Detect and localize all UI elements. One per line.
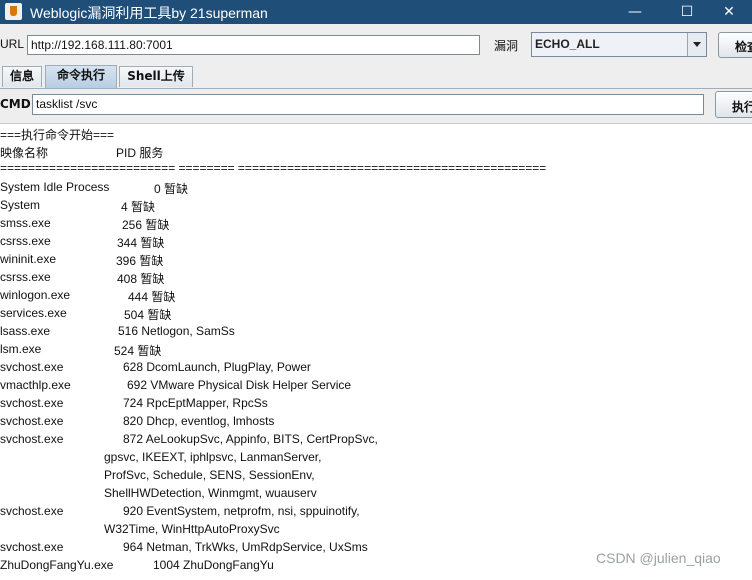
process-name: winlogon.exe <box>0 288 71 302</box>
output-row: csrss.exe 344 暂缺 <box>0 234 752 252</box>
output-row: System Idle Process 0 暂缺 <box>0 180 752 198</box>
process-name: vmacthlp.exe <box>0 378 71 392</box>
pid-services: gpsvc, IKEEXT, iphlpsvc, LanmanServer, <box>104 450 322 464</box>
process-name: svchost.exe <box>0 504 64 518</box>
process-name: services.exe <box>0 306 67 320</box>
url-input[interactable]: http://192.168.111.80:7001 <box>27 35 480 55</box>
execute-button[interactable]: 执行 <box>715 91 752 118</box>
tab-info[interactable]: 信息 <box>2 66 42 87</box>
pid-services: 256 暂缺 <box>122 218 170 232</box>
cmd-bar: CMD tasklist /svc 执行 <box>0 88 752 123</box>
url-toolbar: URL http://192.168.111.80:7001 漏洞 ECHO_A… <box>0 24 752 64</box>
tab-bar: 信息 命令执行 Shell上传 <box>0 64 752 88</box>
check-button[interactable]: 检查 <box>718 32 752 58</box>
output-row: svchost.exe 920 EventSystem, netprofm, ns… <box>0 504 752 522</box>
pid-services: 920 EventSystem, netprofm, nsi, sppuinot… <box>123 504 360 518</box>
output-row: System 4 暂缺 <box>0 198 752 216</box>
output-row: services.exe 504 暂缺 <box>0 306 752 324</box>
header-pid-services: PID 服务 <box>116 146 164 160</box>
output-row: smss.exe 256 暂缺 <box>0 216 752 234</box>
pid-services: 964 Netman, TrkWks, UmRdpService, UxSms <box>123 540 368 554</box>
chevron-down-icon[interactable] <box>687 33 706 56</box>
header-image-name: 映像名称 <box>0 146 49 160</box>
output-row: svchost.exe 724 RpcEptMapper, RpcSs <box>0 396 752 414</box>
output-row: winlogon.exe 444 暂缺 <box>0 288 752 306</box>
pid-services: 1004 ZhuDongFangYu <box>153 558 274 572</box>
pid-services: 628 DcomLaunch, PlugPlay, Power <box>123 360 311 374</box>
output-header: 映像名称 PID 服务 <box>0 144 752 162</box>
process-name: System <box>0 198 41 212</box>
vuln-label: 漏洞 <box>494 39 519 53</box>
maximize-button[interactable]: ☐ <box>664 0 710 24</box>
process-name: svchost.exe <box>0 360 64 374</box>
output-row: ShellHWDetection, Winmgmt, wuauserv <box>0 486 752 504</box>
output-row: gpsvc, IKEEXT, iphlpsvc, LanmanServer, <box>0 450 752 468</box>
process-name: System Idle Process <box>0 180 110 194</box>
pid-services: 0 暂缺 <box>154 182 189 196</box>
output-start-line: ===执行命令开始=== <box>0 128 115 142</box>
pid-services: 524 暂缺 <box>114 344 162 358</box>
output-separator: ========================= ======== =====… <box>0 161 547 175</box>
tab-command-exec[interactable]: 命令执行 <box>45 65 117 88</box>
pid-services: 396 暂缺 <box>116 254 164 268</box>
output-row: ProfSvc, Schedule, SENS, SessionEnv, <box>0 468 752 486</box>
process-name: smss.exe <box>0 216 51 230</box>
pid-services: 4 暂缺 <box>121 200 156 214</box>
output-row: svchost.exe 628 DcomLaunch, PlugPlay, Pow… <box>0 360 752 378</box>
check-button-label: 检查 <box>735 40 752 54</box>
process-name: svchost.exe <box>0 414 64 428</box>
pid-services: 504 暂缺 <box>124 308 172 322</box>
output-row: svchost.exe 872 AeLookupSvc, Appinfo, BIT… <box>0 432 752 450</box>
pid-services: 872 AeLookupSvc, Appinfo, BITS, CertProp… <box>123 432 378 446</box>
title-bar: Weblogic漏洞利用工具by 21superman — ☐ ✕ <box>0 0 752 24</box>
pid-services: 344 暂缺 <box>117 236 165 250</box>
window-title: Weblogic漏洞利用工具by 21superman <box>30 5 268 21</box>
process-name: csrss.exe <box>0 234 51 248</box>
cmd-input[interactable]: tasklist /svc <box>32 94 704 115</box>
close-button[interactable]: ✕ <box>706 0 752 24</box>
output-row: lsm.exe 524 暂缺 <box>0 342 752 360</box>
process-name: ZhuDongFangYu.exe <box>0 558 114 572</box>
tab-shell-upload[interactable]: Shell上传 <box>119 66 193 87</box>
url-label: URL <box>0 37 25 51</box>
output-row: csrss.exe 408 暂缺 <box>0 270 752 288</box>
pid-services: ProfSvc, Schedule, SENS, SessionEnv, <box>104 468 315 482</box>
output-area[interactable]: ===执行命令开始=== 映像名称 PID 服务 ===============… <box>0 123 752 580</box>
process-name: csrss.exe <box>0 270 51 284</box>
pid-services: 408 暂缺 <box>117 272 165 286</box>
pid-services: 444 暂缺 <box>128 290 176 304</box>
watermark: CSDN @julien_qiao <box>596 550 721 566</box>
vuln-selected-value: ECHO_ALL <box>535 37 600 51</box>
minimize-button[interactable]: — <box>612 0 658 24</box>
cmd-label: CMD <box>0 97 31 111</box>
output-row: svchost.exe 820 Dhcp, eventlog, lmhosts <box>0 414 752 432</box>
process-name: lsass.exe <box>0 324 51 338</box>
process-name: svchost.exe <box>0 396 64 410</box>
process-name: svchost.exe <box>0 540 64 554</box>
output-row: vmacthlp.exe 692 VMware Physical Disk Hel… <box>0 378 752 396</box>
pid-services: ShellHWDetection, Winmgmt, wuauserv <box>104 486 317 500</box>
process-name: wininit.exe <box>0 252 57 266</box>
process-name: lsm.exe <box>0 342 42 356</box>
process-name: svchost.exe <box>0 432 64 446</box>
pid-services: W32Time, WinHttpAutoProxySvc <box>104 522 280 536</box>
pid-services: 692 VMware Physical Disk Helper Service <box>127 378 352 392</box>
pid-services: 820 Dhcp, eventlog, lmhosts <box>123 414 275 428</box>
output-row: lsass.exe 516 Netlogon, SamSs <box>0 324 752 342</box>
output-row: wininit.exe 396 暂缺 <box>0 252 752 270</box>
pid-services: 724 RpcEptMapper, RpcSs <box>123 396 268 410</box>
java-icon <box>5 3 22 20</box>
pid-services: 516 Netlogon, SamSs <box>118 324 235 338</box>
output-row: W32Time, WinHttpAutoProxySvc <box>0 522 752 540</box>
vuln-select[interactable]: ECHO_ALL <box>531 32 707 57</box>
execute-button-label: 执行 <box>732 100 752 114</box>
